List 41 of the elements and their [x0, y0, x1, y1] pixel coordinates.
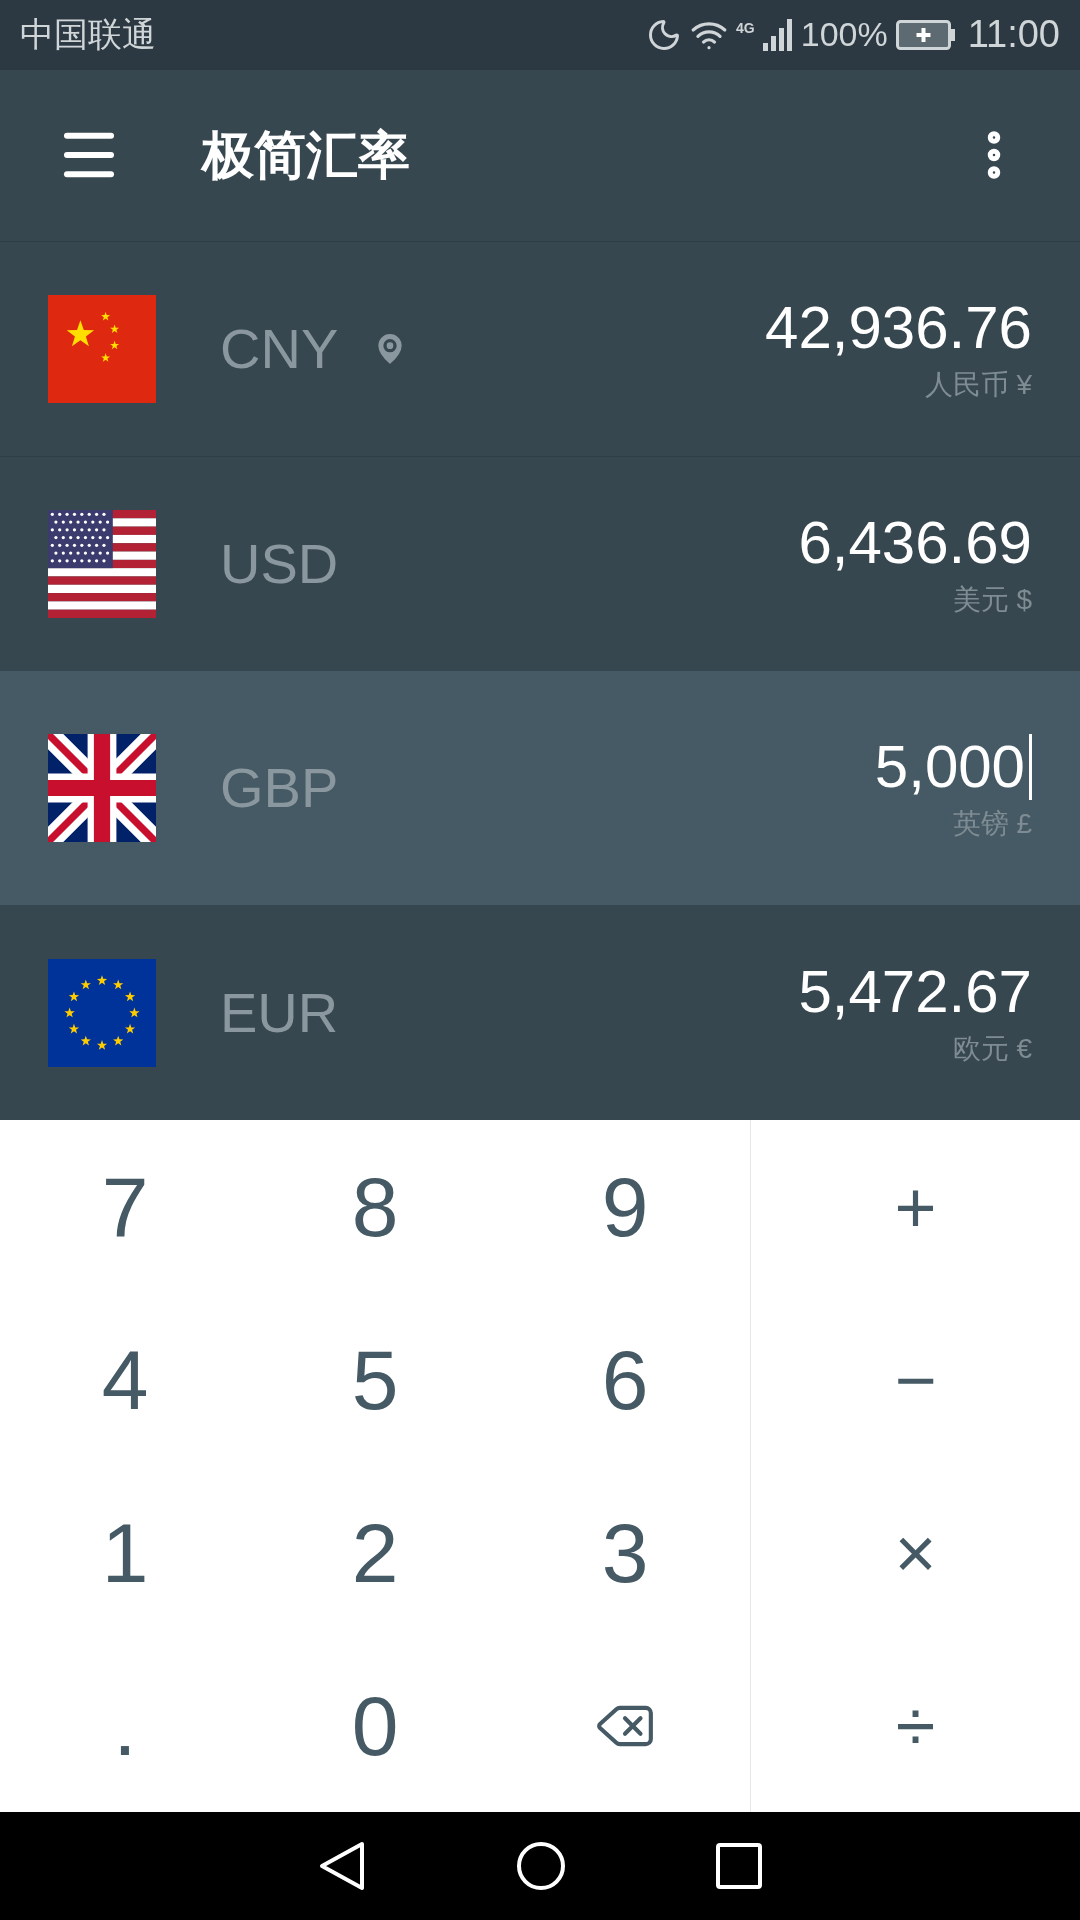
digit-key[interactable]: 0 — [250, 1639, 500, 1813]
digit-key[interactable]: 1 — [0, 1466, 250, 1640]
battery-icon — [895, 19, 956, 50]
battery-percent: 100% — [800, 14, 888, 56]
recent-apps-icon[interactable] — [716, 1843, 762, 1890]
digit-key[interactable]: 6 — [500, 1293, 750, 1467]
flag-icon — [48, 510, 156, 619]
back-icon[interactable] — [318, 1841, 366, 1892]
operator-key[interactable]: + — [750, 1120, 1080, 1294]
currency-name: 英镑 £ — [952, 807, 1032, 842]
operator-key[interactable]: − — [750, 1293, 1080, 1467]
network-type: 4G — [736, 19, 755, 39]
currency-row-selected[interactable]: GBP 5,000 英镑 £ — [0, 671, 1080, 906]
flag-icon — [48, 294, 156, 403]
currency-name: 欧元 € — [952, 1031, 1032, 1066]
digit-key[interactable]: 8 — [250, 1120, 500, 1294]
amount: 5,000 — [874, 732, 1025, 803]
amount: 6,436.69 — [798, 508, 1032, 579]
clock: 11:00 — [967, 12, 1060, 58]
signal-icon — [762, 18, 793, 51]
currency-code: CNY — [220, 315, 339, 382]
currency-name: 美元 $ — [952, 583, 1032, 618]
operator-key[interactable]: × — [750, 1466, 1080, 1640]
flag-icon — [48, 734, 156, 843]
app-title: 极简汇率 — [202, 125, 410, 187]
carrier-name: 中国联通 — [20, 14, 156, 56]
home-icon[interactable] — [516, 1841, 566, 1892]
digit-key[interactable]: 4 — [0, 1293, 250, 1467]
amount: 5,472.67 — [798, 956, 1032, 1027]
currency-code: USD — [220, 531, 339, 598]
digit-key[interactable]: 5 — [250, 1293, 500, 1467]
flag-icon — [48, 958, 156, 1067]
currency-code: EUR — [220, 979, 339, 1046]
currency-name: 人民币 ¥ — [924, 367, 1032, 402]
amount: 42,936.76 — [765, 292, 1032, 363]
digit-key[interactable]: 9 — [500, 1120, 750, 1294]
digit-key[interactable]: 7 — [0, 1120, 250, 1294]
digit-key[interactable]: 2 — [250, 1466, 500, 1640]
digit-key[interactable]: . — [0, 1639, 250, 1813]
currency-code: GBP — [220, 755, 339, 822]
digit-key[interactable]: 3 — [500, 1466, 750, 1640]
